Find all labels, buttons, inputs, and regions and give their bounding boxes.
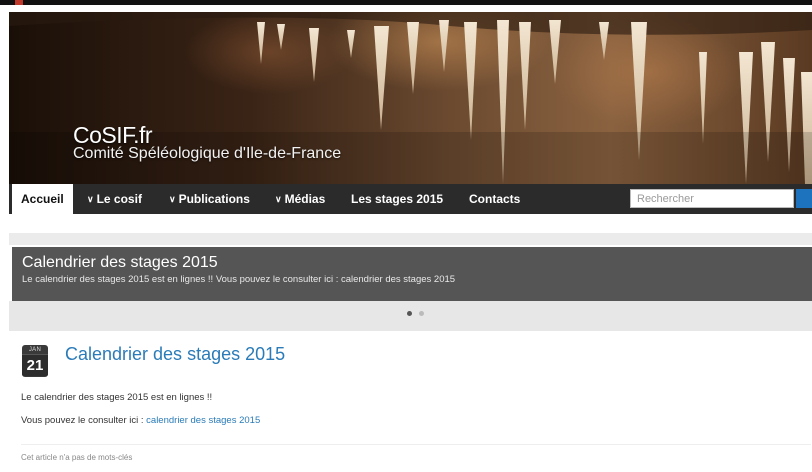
nav-item-le-cosif[interactable]: ∨ Le cosif (87, 184, 142, 214)
site-subtitle: Comité Spéléologique d'Ile-de-France (73, 145, 342, 162)
article-post: JAN 21 Calendrier des stages 2015 Le cal… (9, 331, 812, 472)
nav-item-accueil[interactable]: Accueil (12, 184, 73, 214)
article-paragraph: Le calendrier des stages 2015 est en lig… (21, 392, 213, 403)
slide-title[interactable]: Calendrier des stages 2015 (22, 254, 218, 272)
nav-item-label: Publications (178, 192, 250, 206)
chevron-down-icon: ∨ (169, 194, 176, 204)
header-banner: CoSIF.fr Comité Spéléologique d'Ile-de-F… (9, 12, 812, 184)
chevron-down-icon: ∨ (275, 194, 282, 204)
article-title-link[interactable]: Calendrier des stages 2015 (65, 344, 285, 365)
page-gutter (0, 5, 9, 472)
chevron-down-icon: ∨ (87, 194, 94, 204)
tags-note: Cet article n'a pas de mots-clés (21, 453, 133, 462)
nav-item-label: Contacts (469, 192, 521, 206)
spacer-band (9, 214, 812, 233)
nav-item-les-stages-2015[interactable]: Les stages 2015 (351, 184, 443, 214)
nav-item-label: Les stages 2015 (351, 192, 444, 206)
nav-item-medias[interactable]: ∨ Médias (275, 184, 325, 214)
slider-dot-active[interactable] (407, 311, 412, 316)
spacer-band-grey (9, 233, 812, 245)
top-bar (0, 0, 812, 5)
divider (21, 444, 811, 445)
calendar-date-icon: JAN 21 (22, 345, 48, 377)
slide-caption: Le calendrier des stages 2015 est en lig… (22, 274, 456, 285)
nav-item-label: Médias (284, 192, 326, 206)
slider-pagination (9, 301, 812, 331)
date-day: 21 (22, 354, 48, 376)
nav-item-label: Accueil (21, 192, 64, 206)
search-input[interactable] (630, 189, 794, 208)
article-paragraph-text: Vous pouvez le consulter ici : (21, 415, 147, 426)
article-paragraph: Vous pouvez le consulter ici : calendrie… (21, 415, 260, 426)
top-bar-accent (15, 0, 23, 5)
search-button[interactable] (796, 189, 812, 208)
calendar-link[interactable]: calendrier des stages 2015 (146, 415, 260, 426)
date-month: JAN (28, 347, 42, 353)
featured-slider[interactable]: Calendrier des stages 2015 Le calendrier… (12, 247, 812, 301)
nav-item-publications[interactable]: ∨ Publications (169, 184, 250, 214)
main-navigation: Accueil ∨ Le cosif ∨ Publications ∨ Médias … (9, 184, 812, 214)
nav-item-contacts[interactable]: Contacts (469, 184, 520, 214)
slider-dot[interactable] (419, 311, 424, 316)
nav-item-label: Le cosif (96, 192, 142, 206)
